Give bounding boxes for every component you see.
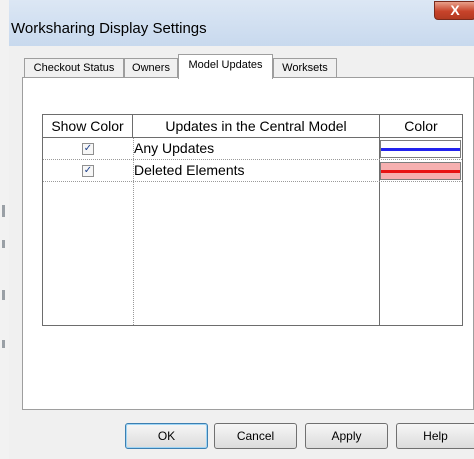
tab-worksets[interactable]: Worksets (273, 58, 337, 78)
ok-button[interactable]: OK (125, 423, 208, 449)
close-button[interactable]: X (434, 1, 474, 20)
header-color[interactable]: Color (380, 115, 462, 138)
apply-button[interactable]: Apply (305, 423, 388, 449)
desktop-edge-mark (2, 240, 5, 248)
color-line (381, 170, 460, 173)
color-swatch[interactable] (380, 162, 461, 180)
color-swatch[interactable] (380, 140, 461, 158)
tab-checkout-status[interactable]: Checkout Status (24, 58, 124, 78)
title-bar[interactable]: Worksharing Display Settings X (9, 0, 474, 46)
cancel-button[interactable]: Cancel (214, 423, 297, 449)
update-type-label: Deleted Elements (134, 162, 245, 178)
table-row[interactable]: ✓ Any Updates (43, 138, 462, 160)
desktop-edge-mark (2, 340, 5, 348)
help-button[interactable]: Help (396, 423, 474, 449)
header-show-color[interactable]: Show Color (43, 115, 133, 138)
desktop-background (0, 0, 9, 459)
window-title: Worksharing Display Settings (11, 20, 207, 37)
desktop-edge-mark (2, 205, 5, 217)
color-line (381, 148, 460, 151)
desktop-edge-mark (2, 290, 5, 300)
update-type-label: Any Updates (134, 140, 215, 156)
close-icon: X (450, 2, 460, 18)
tab-model-updates[interactable]: Model Updates (178, 54, 273, 79)
worksharing-dialog: Worksharing Display Settings X Checkout … (9, 0, 474, 459)
updates-table: Show Color Updates in the Central Model … (42, 114, 463, 326)
table-row[interactable]: ✓ Deleted Elements (43, 160, 462, 182)
header-updates[interactable]: Updates in the Central Model (133, 115, 380, 138)
show-color-checkbox[interactable]: ✓ (82, 143, 94, 155)
tab-owners[interactable]: Owners (124, 58, 178, 78)
show-color-checkbox[interactable]: ✓ (82, 165, 94, 177)
